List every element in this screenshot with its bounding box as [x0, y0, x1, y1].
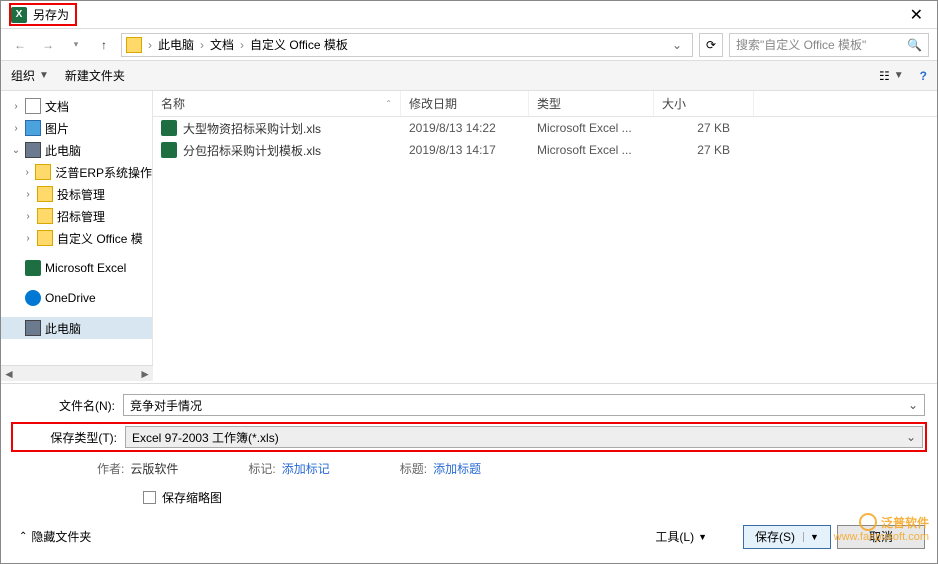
organize-button[interactable]: 组织▼ [11, 67, 49, 84]
bottom-panel: 文件名(N): 竞争对手情况 ⌄ 保存类型(T): Excel 97-2003 … [1, 383, 937, 563]
filetype-select[interactable]: Excel 97-2003 工作簿(*.xls) ⌄ [125, 426, 923, 448]
filetype-label: 保存类型(T): [15, 429, 125, 446]
tags-link[interactable]: 添加标记 [282, 460, 330, 477]
title-highlight: X 另存为 [9, 3, 77, 26]
back-button[interactable]: ← [9, 34, 31, 56]
view-mode-button[interactable]: ☷▼ [879, 69, 904, 83]
breadcrumb-item[interactable]: 此电脑 [154, 34, 198, 55]
xls-icon [161, 120, 177, 136]
sidebar-item-thispc-2[interactable]: 此电脑 [1, 317, 152, 339]
sort-icon: ⌃ [385, 99, 392, 108]
title-group: 标题: 添加标题 [400, 460, 481, 477]
up-button[interactable]: ↑ [93, 34, 115, 56]
list-header: 名称⌃ 修改日期 类型 大小 [153, 91, 937, 117]
search-icon: 🔍 [907, 38, 922, 52]
sidebar-item-folder[interactable]: ›招标管理 [1, 205, 152, 227]
onedrive-icon [25, 290, 41, 306]
sidebar-item-excel[interactable]: Microsoft Excel [1, 257, 152, 279]
chevron-icon[interactable]: › [11, 101, 21, 112]
search-placeholder: 搜索"自定义 Office 模板" [736, 36, 866, 53]
column-type[interactable]: 类型 [529, 91, 654, 116]
sidebar-item-thispc[interactable]: ⌄此电脑 [1, 139, 152, 161]
sidebar-item-folder[interactable]: ›自定义 Office 模 [1, 227, 152, 249]
chevron-icon[interactable]: › [23, 189, 33, 200]
pictures-icon [25, 120, 41, 136]
forward-button[interactable]: → [37, 34, 59, 56]
toolbar: 组织▼ 新建文件夹 ☷▼ ? [1, 61, 937, 91]
cancel-button[interactable]: 取消 [837, 525, 925, 549]
chevron-up-icon: ⌃ [19, 531, 27, 542]
sidebar-item-onedrive[interactable]: OneDrive [1, 287, 152, 309]
chevron-down-icon[interactable]: ⌄ [908, 398, 918, 412]
filename-label: 文件名(N): [13, 397, 123, 414]
breadcrumb[interactable]: › 此电脑 › 文档 › 自定义 Office 模板 ⌄ [121, 33, 693, 57]
chevron-right-icon: › [238, 38, 246, 52]
tools-button[interactable]: 工具(L) ▼ [645, 524, 717, 549]
thumbnail-checkbox[interactable] [143, 491, 156, 504]
titlebar: X 另存为 ✕ [1, 1, 937, 29]
chevron-down-icon[interactable]: ▼ [803, 532, 819, 542]
pc-icon [25, 320, 41, 336]
column-date[interactable]: 修改日期 [401, 91, 529, 116]
file-list: 名称⌃ 修改日期 类型 大小 大型物资招标采购计划.xls 2019/8/13 … [153, 91, 937, 381]
sidebar-item-folder[interactable]: ›泛普ERP系统操作 [1, 161, 152, 183]
sidebar-item-pictures[interactable]: ›图片 [1, 117, 152, 139]
title-link[interactable]: 添加标题 [433, 460, 481, 477]
chevron-down-icon: ▼ [698, 532, 707, 542]
window-title: 另存为 [33, 6, 69, 23]
thumbnail-label: 保存缩略图 [162, 489, 222, 506]
chevron-down-icon: ▼ [39, 70, 49, 81]
chevron-down-icon[interactable]: ⌄ [11, 145, 21, 156]
chevron-right-icon: › [146, 38, 154, 52]
filename-input[interactable]: 竞争对手情况 ⌄ [123, 394, 925, 416]
xls-icon [161, 142, 177, 158]
file-row[interactable]: 大型物资招标采购计划.xls 2019/8/13 14:22 Microsoft… [153, 117, 937, 139]
sidebar-scrollbar[interactable]: ◄► [1, 365, 153, 381]
author-group: 作者: 云版软件 [97, 460, 178, 477]
sidebar-item-documents[interactable]: ›文档 [1, 95, 152, 117]
save-button[interactable]: 保存(S) ▼ [743, 525, 831, 549]
search-input[interactable]: 搜索"自定义 Office 模板" 🔍 [729, 33, 929, 57]
sidebar-item-folder[interactable]: ›投标管理 [1, 183, 152, 205]
chevron-down-icon[interactable]: ⌄ [906, 430, 916, 444]
refresh-button[interactable]: ⟳ [699, 33, 723, 57]
filetype-row: 保存类型(T): Excel 97-2003 工作簿(*.xls) ⌄ [15, 426, 923, 448]
chevron-icon[interactable]: › [23, 167, 31, 178]
filetype-highlight: 保存类型(T): Excel 97-2003 工作簿(*.xls) ⌄ [11, 422, 927, 452]
author-value[interactable]: 云版软件 [130, 460, 178, 477]
breadcrumb-dropdown[interactable]: ⌄ [666, 38, 688, 52]
chevron-down-icon: ▼ [894, 70, 904, 81]
folder-icon [35, 164, 51, 180]
excel-icon [25, 260, 41, 276]
new-folder-button[interactable]: 新建文件夹 [65, 67, 125, 84]
chevron-icon[interactable]: › [23, 211, 33, 222]
tags-group: 标记: 添加标记 [248, 460, 329, 477]
pc-icon [25, 142, 41, 158]
recent-dropdown[interactable]: ▾ [65, 34, 87, 56]
thumbnail-row: 保存缩略图 [13, 489, 925, 506]
navbar: ← → ▾ ↑ › 此电脑 › 文档 › 自定义 Office 模板 ⌄ ⟳ 搜… [1, 29, 937, 61]
help-button[interactable]: ? [920, 69, 927, 83]
chevron-icon[interactable]: › [23, 233, 33, 244]
column-name[interactable]: 名称⌃ [153, 91, 401, 116]
main-area: ›文档 ›图片 ⌄此电脑 ›泛普ERP系统操作 ›投标管理 ›招标管理 ›自定义… [1, 91, 937, 381]
documents-icon [25, 98, 41, 114]
breadcrumb-item[interactable]: 自定义 Office 模板 [246, 34, 352, 55]
chevron-icon[interactable]: › [11, 123, 21, 134]
column-size[interactable]: 大小 [654, 91, 754, 116]
folder-icon [37, 230, 53, 246]
metadata-row: 作者: 云版软件 标记: 添加标记 标题: 添加标题 [13, 460, 925, 477]
file-row[interactable]: 分包招标采购计划模板.xls 2019/8/13 14:17 Microsoft… [153, 139, 937, 161]
sidebar: ›文档 ›图片 ⌄此电脑 ›泛普ERP系统操作 ›投标管理 ›招标管理 ›自定义… [1, 91, 153, 381]
action-row: ⌃ 隐藏文件夹 工具(L) ▼ 保存(S) ▼ 取消 [13, 524, 925, 555]
filename-row: 文件名(N): 竞争对手情况 ⌄ [13, 394, 925, 416]
breadcrumb-item[interactable]: 文档 [206, 34, 238, 55]
folder-icon [126, 37, 142, 53]
folder-icon [37, 186, 53, 202]
chevron-right-icon: › [198, 38, 206, 52]
excel-icon: X [11, 7, 27, 23]
folder-icon [37, 208, 53, 224]
hide-folders-button[interactable]: ⌃ 隐藏文件夹 [13, 528, 91, 545]
close-button[interactable]: ✕ [904, 3, 929, 27]
